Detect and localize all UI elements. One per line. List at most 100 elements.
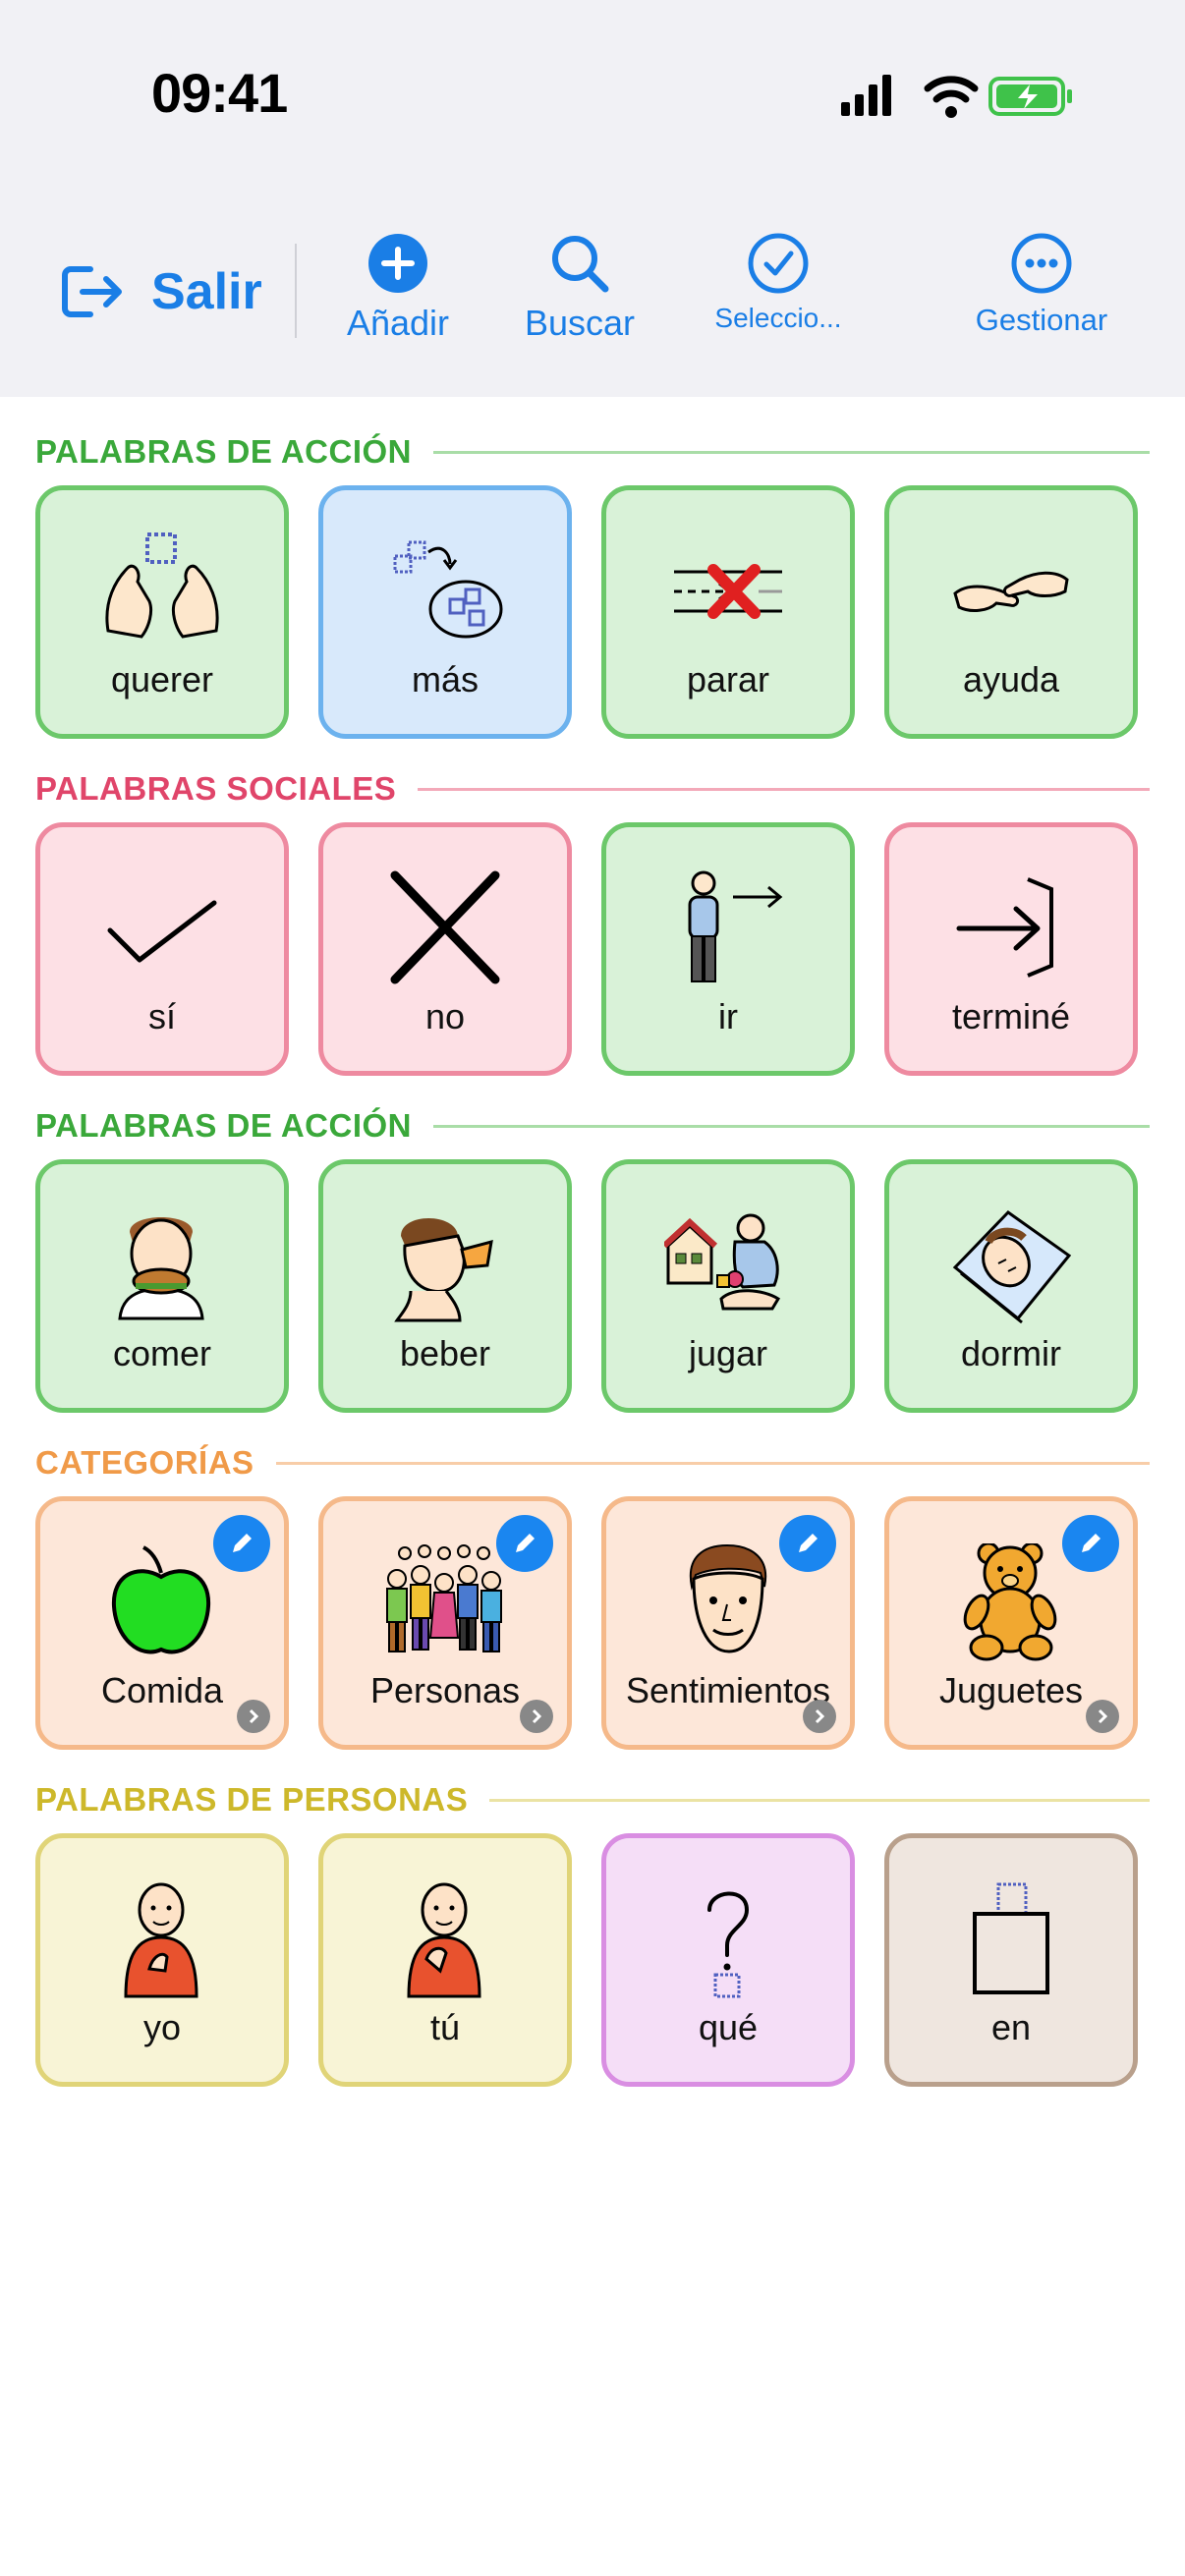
in-icon (889, 1876, 1133, 2003)
tile-word: ir (718, 996, 738, 1036)
word-tile[interactable]: no (318, 822, 572, 1076)
word-tile[interactable]: parar (601, 485, 855, 739)
select-button[interactable]: Seleccio... (700, 232, 857, 334)
word-tile[interactable]: jugar (601, 1159, 855, 1413)
section-title: PALABRAS DE PERSONAS (35, 1781, 469, 1818)
search-button[interactable]: Buscar (511, 232, 649, 344)
go-person-icon (606, 865, 850, 992)
tile-word: no (424, 996, 466, 1036)
edit-button[interactable] (1062, 1515, 1119, 1572)
tile-word: en (990, 2007, 1032, 2047)
category-tile[interactable]: Comida (35, 1496, 289, 1750)
search-icon (552, 236, 609, 293)
word-tile[interactable]: tú (318, 1833, 572, 2087)
stop-icon (606, 528, 850, 655)
more-icon (323, 528, 567, 655)
exit-button[interactable]: Salir (61, 257, 262, 326)
tile-word: comer (112, 1333, 212, 1373)
tile-word: dormir (960, 1333, 1061, 1373)
chevron-right-icon (803, 1700, 836, 1733)
section-header: PALABRAS DE PERSONAS (35, 1778, 1150, 1821)
wifi-icon (924, 76, 979, 118)
section-header: PALABRAS DE ACCIÓN (35, 1104, 1150, 1148)
section-divider (275, 1461, 1150, 1465)
pencil-icon (1082, 1534, 1100, 1552)
section-title: PALABRAS SOCIALES (35, 770, 397, 807)
plus-circle-icon (368, 234, 427, 293)
pencil-icon (233, 1534, 252, 1552)
tile-word: beber (399, 1333, 491, 1373)
section-header: PALABRAS DE ACCIÓN (35, 430, 1150, 474)
select-label: Seleccio... (714, 303, 842, 333)
word-tile[interactable]: qué (601, 1833, 855, 2087)
question-icon (606, 1876, 850, 2003)
battery-icon (988, 77, 1072, 116)
section-divider (433, 1124, 1150, 1128)
section-title: CATEGORÍAS (35, 1444, 254, 1481)
word-tile[interactable]: terminé (884, 822, 1138, 1076)
tile-word: terminé (951, 996, 1071, 1036)
section-divider (489, 1798, 1150, 1802)
tile-word: qué (698, 2007, 759, 2047)
more-circle-icon (1011, 233, 1072, 294)
word-tile[interactable]: sí (35, 822, 289, 1076)
play-icon (606, 1202, 850, 1329)
signal-icon (841, 75, 891, 116)
tile-word: jugar (688, 1333, 768, 1373)
section-divider (433, 450, 1150, 454)
drink-icon (323, 1202, 567, 1329)
want-hands-icon (40, 528, 284, 655)
tile-word: tú (429, 2007, 461, 2047)
you-icon (323, 1876, 567, 2003)
pencil-icon (516, 1534, 535, 1552)
word-tile[interactable]: beber (318, 1159, 572, 1413)
word-tile[interactable]: dormir (884, 1159, 1138, 1413)
manage-label: Gestionar (975, 303, 1108, 337)
checkmark-circle-icon (748, 233, 809, 294)
section-title: PALABRAS DE ACCIÓN (35, 1107, 413, 1144)
tile-word: más (411, 659, 479, 700)
section-title: PALABRAS DE ACCIÓN (35, 433, 413, 470)
category-tile[interactable]: Sentimientos (601, 1496, 855, 1750)
cross-icon (323, 865, 567, 992)
section-divider (418, 787, 1150, 791)
exit-icon (62, 266, 122, 317)
manage-button[interactable]: Gestionar (963, 232, 1120, 338)
tile-word: ayuda (962, 659, 1060, 700)
finished-icon (889, 865, 1133, 992)
tile-word: querer (110, 659, 214, 700)
section-header: PALABRAS SOCIALES (35, 767, 1150, 811)
exit-label: Salir (151, 263, 262, 320)
word-tile[interactable]: ayuda (884, 485, 1138, 739)
me-icon (40, 1876, 284, 2003)
help-hands-icon (889, 528, 1133, 655)
chevron-right-icon (1086, 1700, 1119, 1733)
eat-icon (40, 1202, 284, 1329)
sleep-icon (889, 1202, 1133, 1329)
edit-button[interactable] (779, 1515, 836, 1572)
search-label: Buscar (524, 303, 636, 343)
status-time: 09:41 (151, 62, 288, 124)
tile-word: parar (686, 659, 770, 700)
word-tile[interactable]: querer (35, 485, 289, 739)
section-header: CATEGORÍAS (35, 1441, 1150, 1484)
add-button[interactable]: Añadir (334, 232, 462, 344)
status-icons (841, 71, 1077, 120)
word-tile[interactable]: ir (601, 822, 855, 1076)
pencil-icon (799, 1534, 818, 1552)
checkmark-icon (40, 865, 284, 992)
add-label: Añadir (346, 303, 450, 343)
chevron-right-icon (237, 1700, 270, 1733)
word-tile[interactable]: yo (35, 1833, 289, 2087)
toolbar-divider (295, 244, 297, 338)
category-tile[interactable]: Juguetes (884, 1496, 1138, 1750)
tile-word: yo (142, 2007, 182, 2047)
tile-word: sí (147, 996, 176, 1036)
edit-button[interactable] (496, 1515, 553, 1572)
chevron-right-icon (520, 1700, 553, 1733)
edit-button[interactable] (213, 1515, 270, 1572)
category-tile[interactable]: Personas (318, 1496, 572, 1750)
word-tile[interactable]: en (884, 1833, 1138, 2087)
word-tile[interactable]: más (318, 485, 572, 739)
word-tile[interactable]: comer (35, 1159, 289, 1413)
